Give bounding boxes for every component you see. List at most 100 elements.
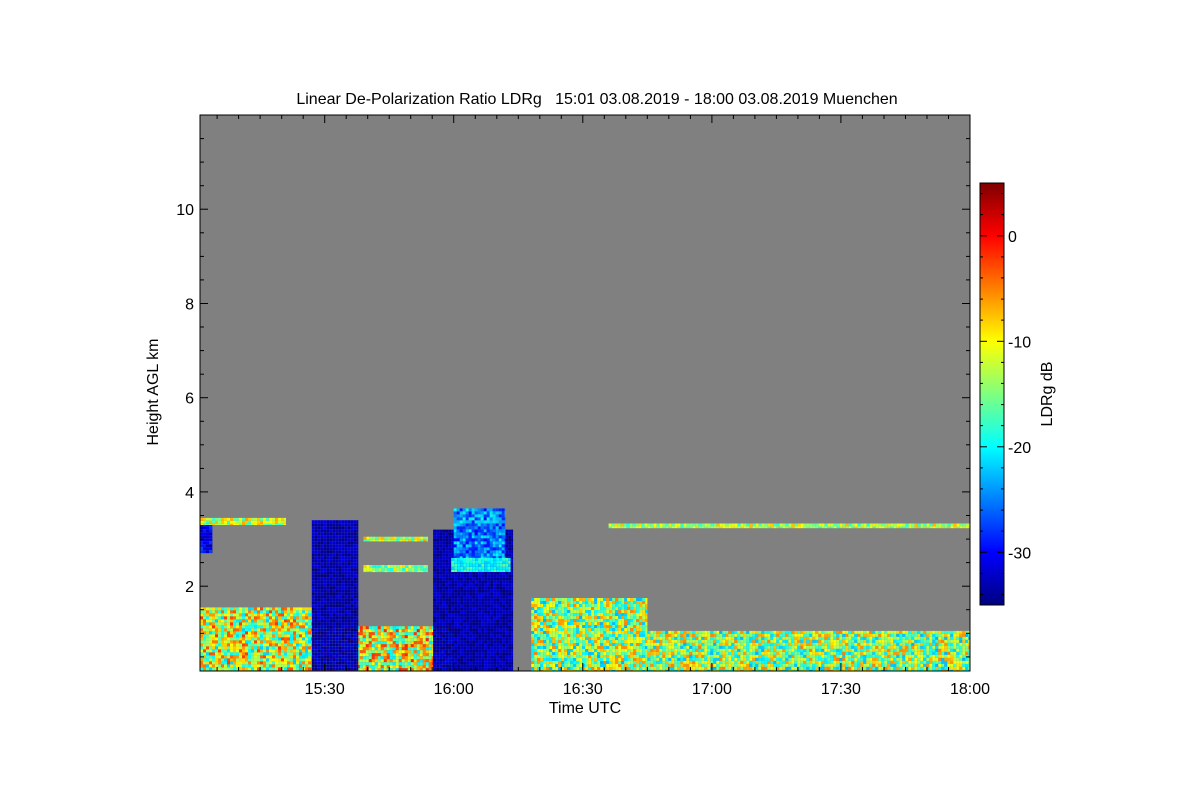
heatmap-cell bbox=[770, 651, 774, 655]
heatmap-cell bbox=[410, 665, 414, 669]
heatmap-cell bbox=[633, 631, 637, 634]
heatmap-cell bbox=[899, 666, 903, 670]
heatmap-cell bbox=[311, 598, 315, 602]
heatmap-cell bbox=[833, 642, 837, 646]
heatmap-cell bbox=[353, 607, 357, 611]
heatmap-cell bbox=[656, 636, 660, 640]
heatmap-cell bbox=[374, 641, 378, 645]
heatmap-cell bbox=[594, 652, 598, 655]
heatmap-cell bbox=[320, 547, 324, 551]
heatmap-cell bbox=[302, 640, 305, 644]
heatmap-cell bbox=[401, 662, 405, 666]
heatmap-cell bbox=[582, 652, 586, 655]
heatmap-cell bbox=[371, 638, 375, 642]
heatmap-cell bbox=[570, 604, 574, 607]
heatmap-cell bbox=[380, 635, 384, 639]
heatmap-cell bbox=[419, 650, 423, 654]
heatmap-cell bbox=[857, 642, 861, 646]
heatmap-cell bbox=[296, 664, 299, 668]
heatmap-cell bbox=[600, 610, 604, 613]
heatmap-cell bbox=[941, 642, 945, 646]
heatmap-cell bbox=[356, 538, 359, 542]
heatmap-cell bbox=[251, 610, 254, 614]
heatmap-cell bbox=[335, 631, 339, 635]
heatmap-cell bbox=[353, 604, 357, 608]
heatmap-cell bbox=[570, 607, 574, 610]
heatmap-cell bbox=[287, 658, 290, 662]
heatmap-cell bbox=[725, 639, 729, 643]
heatmap-cell bbox=[341, 583, 345, 587]
heatmap-cell bbox=[425, 632, 429, 636]
heatmap-cell bbox=[221, 661, 224, 665]
heatmap-cell bbox=[302, 661, 305, 665]
heatmap-cell bbox=[356, 610, 359, 614]
heatmap-cell bbox=[576, 664, 580, 667]
heatmap-cell bbox=[242, 652, 245, 656]
heatmap-cell bbox=[863, 663, 867, 667]
heatmap-cell bbox=[656, 663, 660, 667]
heatmap-cell bbox=[218, 607, 221, 611]
heatmap-cell bbox=[209, 631, 212, 635]
heatmap-cell bbox=[686, 630, 690, 634]
heatmap-cell bbox=[650, 663, 654, 667]
heatmap-cell bbox=[347, 589, 351, 593]
heatmap-cell bbox=[433, 634, 437, 638]
heatmap-cell bbox=[956, 633, 960, 637]
heatmap-cell bbox=[245, 652, 248, 656]
heatmap-cell bbox=[359, 629, 363, 633]
heatmap-cell bbox=[899, 657, 903, 661]
heatmap-cell bbox=[662, 666, 666, 670]
heatmap-cell bbox=[791, 666, 795, 670]
heatmap-cell bbox=[371, 656, 375, 660]
heatmap-cell bbox=[845, 666, 849, 670]
heatmap-cell bbox=[537, 661, 541, 664]
heatmap-cell bbox=[914, 642, 918, 646]
heatmap-cell bbox=[671, 639, 675, 643]
heatmap-cell bbox=[389, 656, 393, 660]
heatmap-cell bbox=[314, 625, 318, 629]
heatmap-cell bbox=[323, 613, 327, 617]
heatmap-cell bbox=[812, 630, 816, 634]
heatmap-cell bbox=[857, 633, 861, 637]
heatmap-cell bbox=[546, 643, 550, 646]
heatmap-cell bbox=[436, 586, 440, 590]
heatmap-cell bbox=[698, 666, 702, 670]
heatmap-cell bbox=[335, 541, 339, 545]
heatmap-cell bbox=[755, 645, 759, 649]
heatmap-cell bbox=[329, 580, 333, 584]
heatmap-cell bbox=[296, 634, 299, 638]
heatmap-cell bbox=[272, 622, 275, 626]
heatmap-cell bbox=[332, 667, 336, 671]
heatmap-cell bbox=[347, 622, 351, 626]
heatmap-cell bbox=[701, 636, 705, 640]
heatmap-cell bbox=[830, 651, 834, 655]
heatmap-cell bbox=[749, 639, 753, 643]
heatmap-cell bbox=[770, 657, 774, 661]
heatmap-cell bbox=[962, 654, 966, 658]
heatmap-cell bbox=[788, 657, 792, 661]
heatmap-cell bbox=[371, 653, 375, 657]
heatmap-cell bbox=[326, 559, 330, 563]
heatmap-cell bbox=[737, 654, 741, 658]
heatmap-cell bbox=[609, 646, 613, 649]
heatmap-cell bbox=[552, 619, 556, 622]
heatmap-cell bbox=[905, 639, 909, 643]
heatmap-cell bbox=[314, 553, 318, 557]
heatmap-cell bbox=[665, 642, 669, 646]
heatmap-cell bbox=[398, 641, 402, 645]
heatmap-cell bbox=[653, 666, 657, 670]
heatmap-cell bbox=[215, 646, 218, 650]
heatmap-cell bbox=[245, 664, 248, 668]
heatmap-cell bbox=[627, 649, 631, 652]
heatmap-cell bbox=[767, 642, 771, 646]
heatmap-cell bbox=[356, 529, 359, 533]
heatmap-cell bbox=[353, 601, 357, 605]
heatmap-cell bbox=[230, 643, 233, 647]
heatmap-cell bbox=[413, 662, 417, 666]
heatmap-cell bbox=[603, 610, 607, 613]
heatmap-cell bbox=[902, 639, 906, 643]
heatmap-cell bbox=[818, 657, 822, 661]
heatmap-cell bbox=[335, 526, 339, 530]
heatmap-cell bbox=[803, 660, 807, 664]
region-rain-shaft-1 bbox=[311, 520, 359, 671]
